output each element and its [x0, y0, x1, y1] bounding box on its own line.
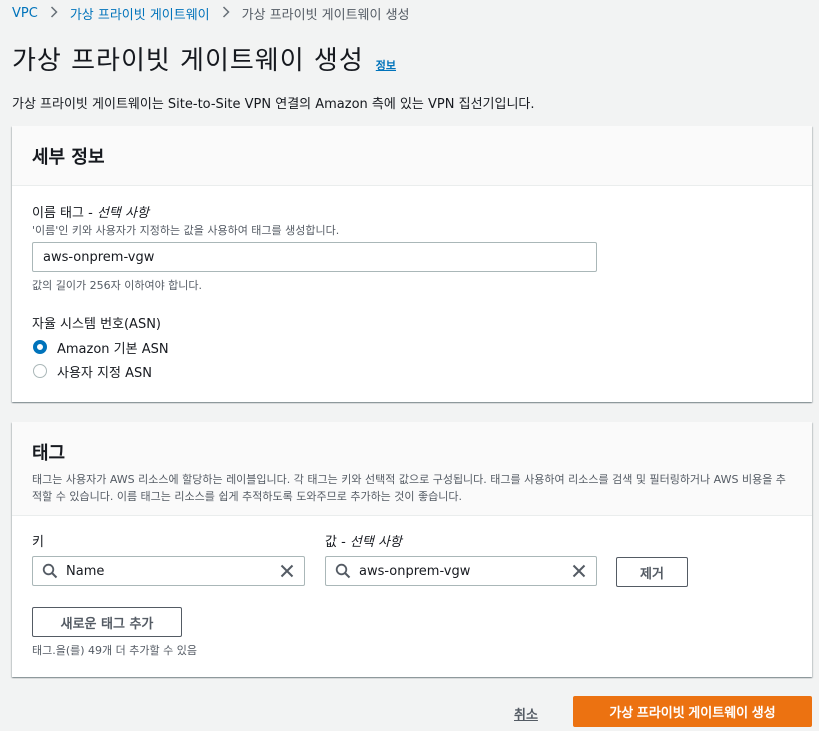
- details-title: 세부 정보: [32, 147, 105, 168]
- asn-option-custom[interactable]: 사용자 지정 ASN: [32, 361, 169, 381]
- chevron-right-icon: [50, 5, 58, 21]
- name-tag-constraint: 값의 길이가 256자 이하여야 합니다.: [32, 279, 203, 292]
- tags-remaining: 태그.을(를) 49개 더 추가할 수 있음: [32, 644, 197, 657]
- info-link[interactable]: 정보: [376, 57, 396, 73]
- breadcrumb-current: 가상 프라이빗 게이트웨이 생성: [241, 7, 410, 23]
- name-tag-description: '이름'인 키와 사용자가 지정하는 값을 사용하여 태그를 생성합니다.: [32, 224, 340, 237]
- asn-option-amazon[interactable]: Amazon 기본 ASN: [32, 337, 169, 357]
- clear-icon[interactable]: [279, 563, 295, 583]
- tag-key-input[interactable]: Name: [32, 556, 305, 586]
- optional-label: 선택 사항: [96, 206, 149, 221]
- asn-option-custom-label: 사용자 지정 ASN: [57, 365, 152, 381]
- chevron-right-icon: [222, 5, 230, 21]
- breadcrumb: VPC 가상 프라이빗 게이트웨이 가상 프라이빗 게이트웨이 생성: [12, 4, 410, 23]
- page-title: 가상 프라이빗 게이트웨이 생성: [12, 46, 364, 76]
- tag-value-label: 값 - 선택 사항: [325, 535, 402, 550]
- tags-title: 태그: [32, 443, 66, 464]
- breadcrumb-vpc[interactable]: VPC: [12, 6, 38, 21]
- add-tag-button[interactable]: 새로운 태그 추가: [32, 607, 182, 637]
- radio-checked-icon[interactable]: [33, 340, 47, 354]
- breadcrumb-vgw[interactable]: 가상 프라이빗 게이트웨이: [70, 4, 210, 23]
- page-header: 가상 프라이빗 게이트웨이 생성 정보: [12, 40, 396, 77]
- clear-icon[interactable]: [571, 563, 587, 583]
- asn-label: 자율 시스템 번호(ASN): [32, 317, 161, 332]
- details-panel: 세부 정보 이름 태그 - 선택 사항 '이름'인 키와 사용자가 지정하는 값…: [12, 126, 812, 402]
- search-icon: [335, 563, 351, 583]
- details-panel-header: 세부 정보: [12, 126, 812, 186]
- page-description: 가상 프라이빗 게이트웨이는 Site-to-Site VPN 연결의 Amaz…: [12, 97, 535, 112]
- tag-value-input[interactable]: aws-onprem-vgw: [325, 556, 597, 586]
- create-vgw-button[interactable]: 가상 프라이빗 게이트웨이 생성: [573, 696, 812, 727]
- tag-key-value: Name: [66, 563, 105, 579]
- tags-panel-header: 태그 태그는 사용자가 AWS 리소스에 할당하는 레이블입니다. 각 태그는 …: [12, 422, 812, 516]
- tag-value-value: aws-onprem-vgw: [359, 563, 471, 579]
- optional-label: 선택 사항: [349, 535, 402, 550]
- tags-description: 태그는 사용자가 AWS 리소스에 할당하는 레이블입니다. 각 태그는 키와 …: [32, 473, 786, 503]
- name-tag-input[interactable]: aws-onprem-vgw: [32, 242, 597, 272]
- cancel-button[interactable]: 취소: [514, 704, 538, 723]
- radio-unchecked-icon[interactable]: [33, 364, 47, 378]
- name-tag-label: 이름 태그 - 선택 사항: [32, 206, 149, 221]
- tag-key-label: 키: [32, 535, 44, 550]
- search-icon: [42, 563, 58, 583]
- name-tag-field: 이름 태그 - 선택 사항 '이름'인 키와 사용자가 지정하는 값을 사용하여…: [32, 202, 339, 238]
- asn-radio-group: Amazon 기본 ASN 사용자 지정 ASN: [32, 337, 169, 381]
- tags-panel: 태그 태그는 사용자가 AWS 리소스에 할당하는 레이블입니다. 각 태그는 …: [12, 422, 812, 677]
- asn-option-amazon-label: Amazon 기본 ASN: [57, 341, 169, 357]
- remove-tag-button[interactable]: 제거: [616, 557, 688, 587]
